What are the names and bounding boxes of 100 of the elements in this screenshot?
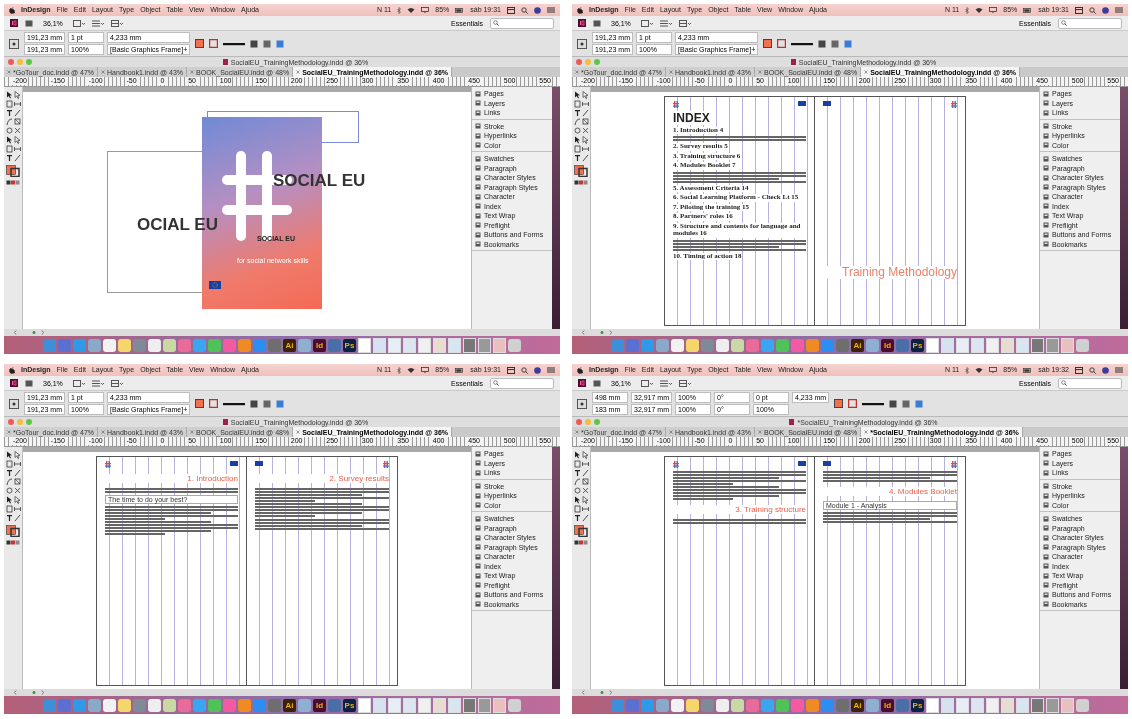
app-icon[interactable] <box>298 698 311 712</box>
document-thumbnail-icon[interactable] <box>463 337 476 353</box>
line-icon[interactable] <box>581 109 589 117</box>
apple-icon[interactable] <box>577 6 583 14</box>
close-icon[interactable] <box>101 70 106 74</box>
selection-icon[interactable] <box>5 451 13 459</box>
apple-icon[interactable] <box>9 366 15 374</box>
gap-icon[interactable] <box>581 100 589 108</box>
display-icon[interactable] <box>421 7 430 13</box>
document-thumbnail-icon[interactable] <box>478 697 491 713</box>
close-icon[interactable] <box>575 70 579 74</box>
type-icon[interactable] <box>5 109 13 117</box>
document-thumbnail-icon[interactable] <box>478 337 491 353</box>
stroke-swatch-icon[interactable] <box>209 39 219 48</box>
app-icon[interactable] <box>103 698 116 712</box>
direct-selection-icon[interactable] <box>13 136 21 144</box>
app-icon[interactable] <box>298 338 311 352</box>
page-icon[interactable] <box>5 460 13 468</box>
document-thumbnail-icon[interactable] <box>493 697 506 713</box>
pen-icon[interactable] <box>5 118 13 126</box>
window-icon[interactable] <box>1075 6 1083 14</box>
document-thumbnail-icon[interactable] <box>1001 697 1014 713</box>
siri-icon[interactable] <box>534 366 541 374</box>
document-thumbnail-icon[interactable] <box>418 337 431 353</box>
app-icon[interactable] <box>148 698 161 712</box>
close-icon[interactable] <box>190 430 195 434</box>
close-icon[interactable] <box>864 70 869 74</box>
document-thumbnail-icon[interactable] <box>1046 697 1059 713</box>
document-thumbnail-icon[interactable] <box>986 697 999 713</box>
app-icon[interactable]: Ai <box>283 698 296 712</box>
page-icon[interactable] <box>5 145 13 153</box>
document-thumbnail-icon[interactable] <box>388 337 401 353</box>
type-icon[interactable] <box>5 469 13 477</box>
app-icon[interactable] <box>508 698 521 712</box>
gap-icon[interactable] <box>13 505 21 513</box>
app-icon[interactable]: Ai <box>851 338 864 352</box>
document-thumbnail-icon[interactable] <box>971 697 984 713</box>
app-icon[interactable] <box>208 338 221 352</box>
direct-selection-icon[interactable] <box>581 91 589 99</box>
app-icon[interactable] <box>163 338 176 352</box>
reference-point-icon[interactable] <box>9 398 19 409</box>
app-icon[interactable]: Ps <box>911 698 924 712</box>
view-options-icon[interactable] <box>640 379 653 387</box>
wifi-icon[interactable] <box>407 367 416 373</box>
window-icon[interactable] <box>507 6 515 14</box>
battery-icon[interactable] <box>1023 367 1033 373</box>
pen-icon[interactable] <box>5 478 13 486</box>
battery-icon[interactable] <box>1023 7 1033 13</box>
app-icon[interactable]: Id <box>313 338 326 352</box>
direct-selection-icon[interactable] <box>581 451 589 459</box>
close-icon[interactable] <box>669 70 674 74</box>
close-icon[interactable] <box>669 430 674 434</box>
bluetooth-icon[interactable] <box>965 366 970 374</box>
fill-stroke-icon[interactable] <box>6 525 20 537</box>
app-icon[interactable] <box>118 338 131 352</box>
ellipse-icon[interactable] <box>573 487 581 495</box>
arrange-icon[interactable] <box>678 19 691 27</box>
screen-mode-icon[interactable] <box>659 19 672 27</box>
document-thumbnail-icon[interactable] <box>1061 337 1074 353</box>
document-thumbnail-icon[interactable] <box>358 697 371 713</box>
app-icon[interactable] <box>866 338 879 352</box>
app-icon[interactable] <box>686 338 699 352</box>
bluetooth-icon[interactable] <box>965 6 970 14</box>
app-icon[interactable]: Id <box>881 698 894 712</box>
selection-icon[interactable] <box>5 91 13 99</box>
ellipse-icon[interactable] <box>5 127 13 135</box>
document-thumbnail-icon[interactable] <box>373 337 386 353</box>
mode-icon[interactable] <box>574 180 588 185</box>
app-icon[interactable] <box>103 338 116 352</box>
siri-icon[interactable] <box>1102 6 1109 14</box>
ellipse-icon[interactable] <box>5 487 13 495</box>
close-icon[interactable] <box>864 430 869 434</box>
search-field[interactable] <box>1058 17 1122 29</box>
type-icon[interactable] <box>573 154 581 162</box>
app-icon[interactable] <box>866 698 879 712</box>
app-icon[interactable] <box>731 338 744 352</box>
line-icon[interactable] <box>581 469 589 477</box>
document-thumbnail-icon[interactable] <box>1061 697 1074 713</box>
display-icon[interactable] <box>421 367 430 373</box>
arrange-icon[interactable] <box>110 379 123 387</box>
document-thumbnail-icon[interactable] <box>986 337 999 353</box>
app-icon[interactable]: Ai <box>283 338 296 352</box>
screen-mode-icon[interactable] <box>91 379 104 387</box>
wifi-icon[interactable] <box>975 7 984 13</box>
line-icon[interactable] <box>581 514 589 522</box>
app-icon[interactable]: Id <box>881 338 894 352</box>
fill-swatch-icon[interactable] <box>195 399 205 408</box>
document-thumbnail-icon[interactable] <box>403 697 416 713</box>
screen-mode-icon[interactable] <box>91 19 104 27</box>
screen-mode-icon[interactable] <box>659 379 672 387</box>
close-icon[interactable] <box>190 70 195 74</box>
app-icon[interactable] <box>731 698 744 712</box>
direct-selection-icon[interactable] <box>13 91 21 99</box>
app-icon[interactable]: Ps <box>343 698 356 712</box>
wifi-icon[interactable] <box>975 367 984 373</box>
line-icon[interactable] <box>13 514 21 522</box>
window-icon[interactable] <box>507 366 515 374</box>
app-icon[interactable] <box>118 698 131 712</box>
document-thumbnail-icon[interactable] <box>373 697 386 713</box>
close-icon[interactable] <box>7 70 11 74</box>
